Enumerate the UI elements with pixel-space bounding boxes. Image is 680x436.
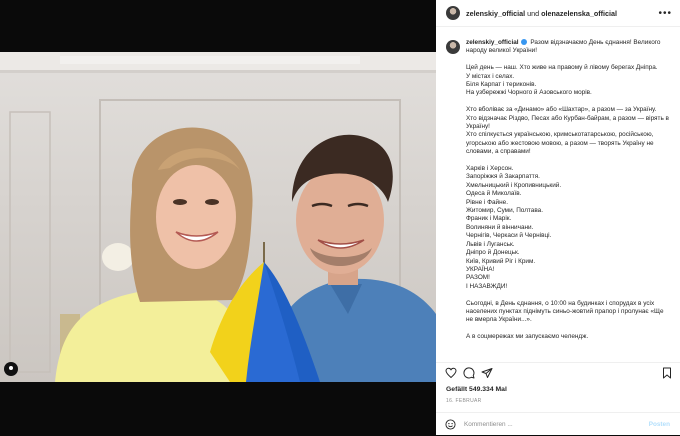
- caption-area: zelenskiy_official Разом відзначаємо Ден…: [436, 32, 680, 362]
- more-horizontal-icon[interactable]: •••: [658, 8, 672, 19]
- caption-avatar[interactable]: [446, 40, 460, 54]
- avatar[interactable]: [446, 6, 460, 20]
- caption-username[interactable]: zelenskiy_official: [466, 39, 519, 46]
- caption-lead-paragraph: zelenskiy_official Разом відзначаємо Ден…: [466, 39, 672, 56]
- post-side-panel: zelenskiy_official und olenazelenska_off…: [436, 0, 680, 435]
- author-link[interactable]: zelenskiy_official: [466, 9, 525, 18]
- caption-text: zelenskiy_official Разом відзначаємо Ден…: [466, 39, 672, 350]
- photo-illustration: [0, 52, 436, 382]
- verified-badge-icon: [520, 39, 527, 45]
- caption-paragraph: Хто вболіває за «Динамо» або «Шахтар», а…: [466, 106, 669, 156]
- comment-icon[interactable]: [463, 367, 475, 379]
- post-comment-button[interactable]: Posten: [649, 421, 670, 428]
- action-bar: [436, 362, 680, 383]
- coauthor-link[interactable]: olenazelenska_official: [541, 9, 617, 18]
- post-header: zelenskiy_official und olenazelenska_off…: [436, 0, 680, 27]
- caption-paragraph: Харків і Херсон. Запоріжжя й Закарпаття.…: [466, 165, 562, 290]
- post-photo[interactable]: [0, 52, 436, 382]
- caption-paragraph: Цей день — наш. Хто живе на правому й лі…: [466, 64, 658, 97]
- emoji-icon[interactable]: [445, 419, 456, 430]
- heart-icon[interactable]: [445, 367, 457, 379]
- bookmark-icon[interactable]: [661, 367, 673, 379]
- caption-paragraph: Сьогодні, в День єднання, о 10:00 на буд…: [466, 299, 664, 324]
- comment-bar: Posten: [436, 412, 680, 436]
- post-authors: zelenskiy_official und olenazelenska_off…: [466, 9, 658, 18]
- share-icon[interactable]: [481, 367, 493, 379]
- user-tag-icon[interactable]: [4, 362, 18, 376]
- caption-paragraph: А в соцмережах ми запускаємо челендж.: [466, 333, 589, 341]
- comment-input[interactable]: [462, 420, 649, 429]
- author-connector: und: [525, 8, 542, 18]
- post-date[interactable]: 16. FEBRUAR: [446, 398, 482, 404]
- like-count[interactable]: Gefällt 549.334 Mal: [446, 386, 507, 393]
